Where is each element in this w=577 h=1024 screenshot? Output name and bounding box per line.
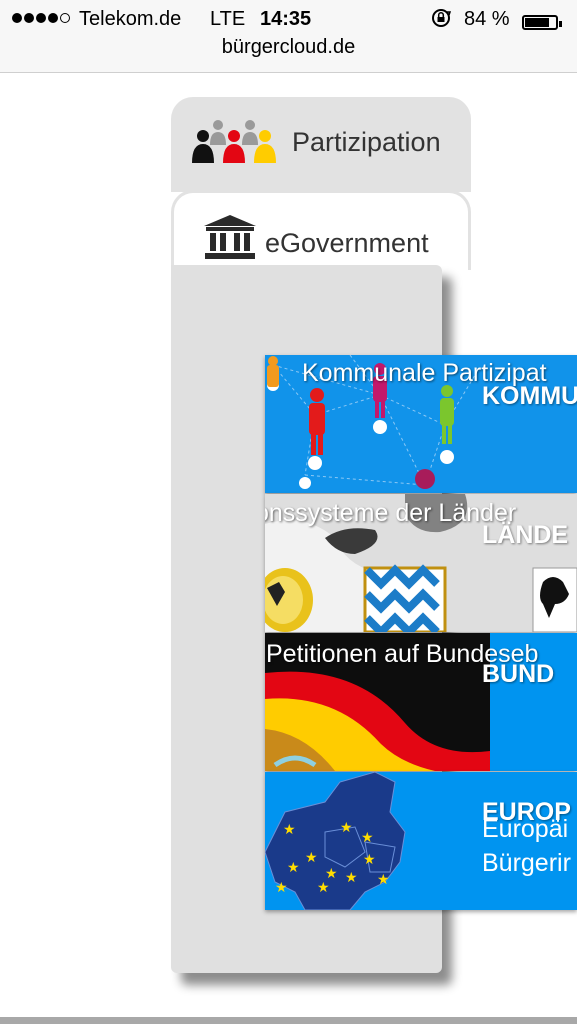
network-type: LTE [210,8,246,30]
status-row: Telekom.de LTE 14:35 84 % [0,6,577,32]
battery-icon [522,15,562,30]
tile-europa-line1: Europäi [482,815,569,843]
rotation-lock-icon [430,7,452,35]
svg-text:★: ★ [325,866,338,882]
svg-text:★: ★ [345,870,358,886]
svg-text:★: ★ [340,820,353,836]
tile-laender-title: onssysteme der Länder [265,499,517,527]
tile-kommunal[interactable]: Kommunale Partizipat KOMMU [265,355,577,493]
battery-percent: 84 % [464,8,510,30]
tile-laender-heading: LÄNDE [482,521,569,549]
tile-bund[interactable]: Petitionen auf Bundeseb BUND [265,633,577,771]
signal-dots-icon [12,13,70,23]
tab-label-egovernment: eGovernment [265,228,429,258]
carrier-name: Telekom.de [79,8,182,30]
svg-text:★: ★ [363,852,376,868]
status-time: 14:35 [260,8,312,30]
svg-text:★: ★ [283,822,296,838]
government-building-icon [204,215,256,259]
tab-egovernment[interactable]: eGovernment [171,190,471,270]
people-group-icon [192,120,276,163]
svg-text:★: ★ [287,860,300,876]
svg-text:★: ★ [275,880,288,896]
browser-status-bar: Telekom.de LTE 14:35 84 % bürgercloud.de [0,0,577,73]
tile-laender[interactable]: onssysteme der Länder LÄNDE [265,494,577,632]
url-bar[interactable]: bürgercloud.de [0,36,577,59]
tile-europa[interactable]: ★ ★ ★ ★ ★ ★ ★ ★ ★ ★ ★ EUROP Europäi Bürgerir [265,772,577,910]
svg-text:★: ★ [377,872,390,888]
svg-text:★: ★ [361,830,374,846]
tab-partizipation[interactable]: Partizipation [171,97,471,192]
bottom-toolbar-edge [0,1017,577,1024]
tile-bund-heading: BUND [482,660,555,688]
tab-label-partizipation: Partizipation [292,127,441,157]
tile-europa-line2: Bürgerir [482,849,571,877]
tile-kommunal-heading: KOMMU [482,382,577,410]
svg-text:★: ★ [317,880,330,896]
svg-text:★: ★ [305,850,318,866]
